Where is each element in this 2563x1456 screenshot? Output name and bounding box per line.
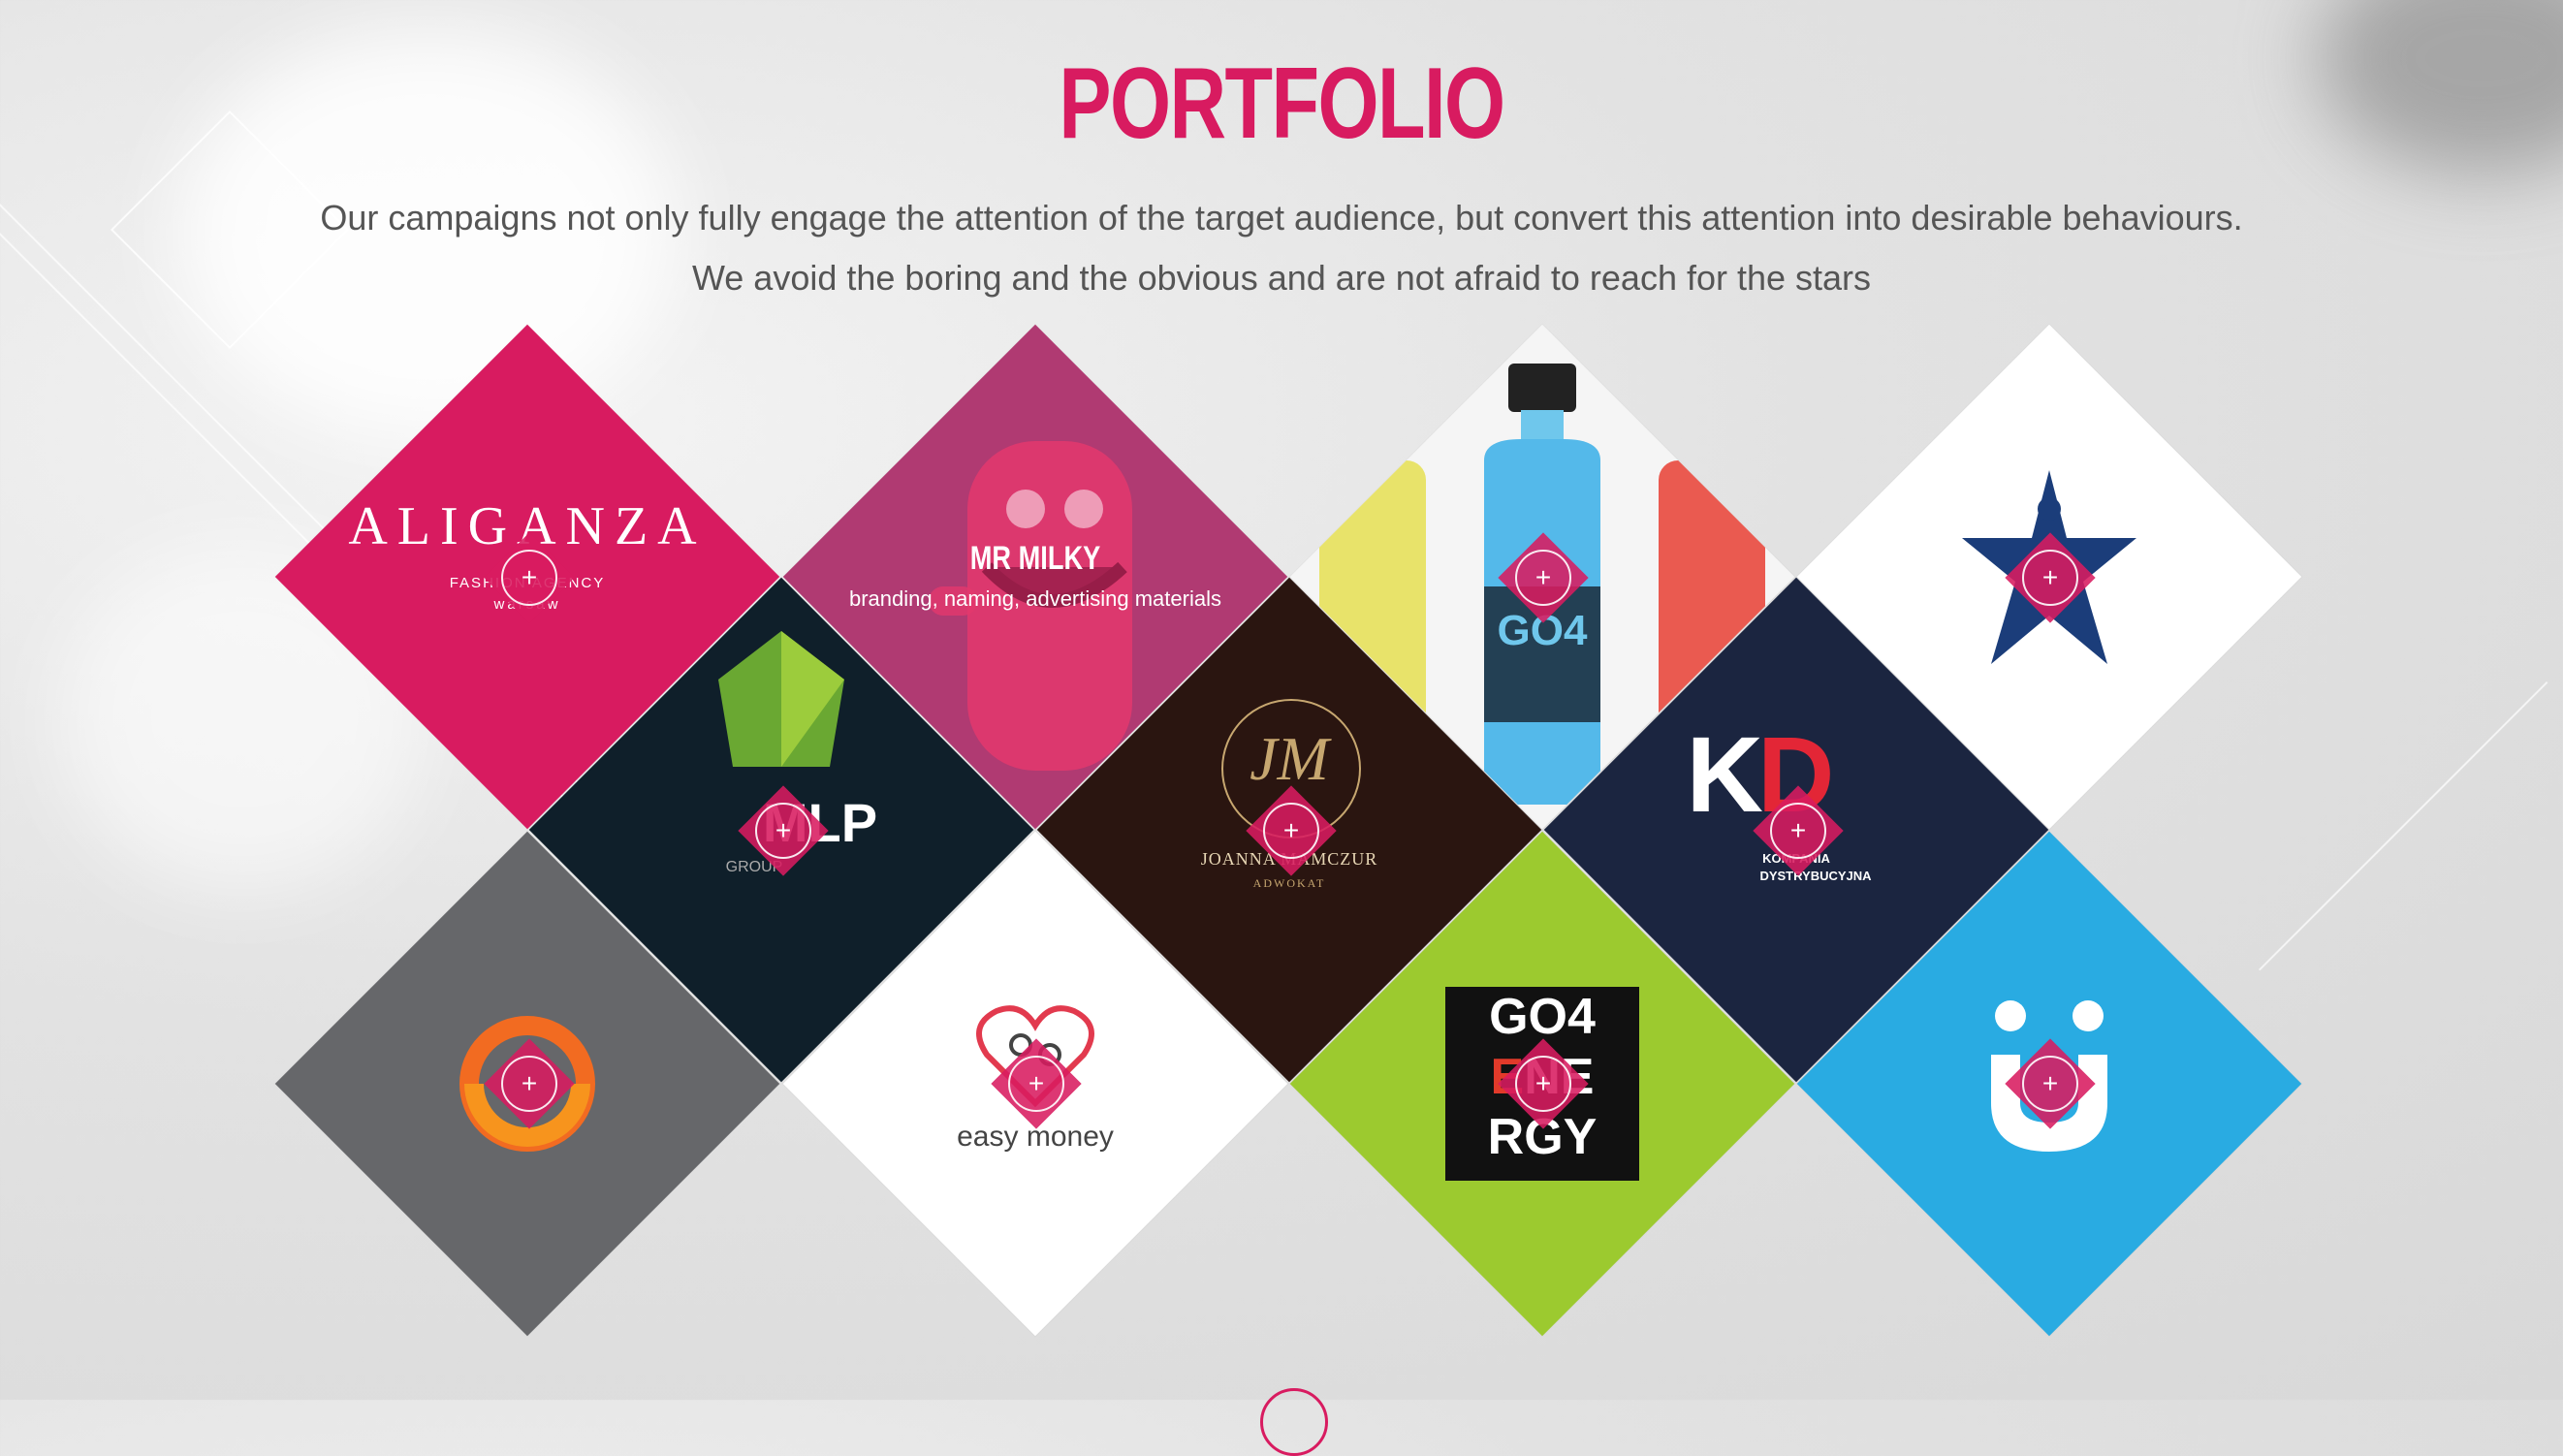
plus-icon: + [1770, 803, 1826, 859]
plus-icon: + [2022, 1056, 2078, 1112]
mlp-leaf-icon [718, 631, 844, 767]
plus-icon: + [501, 550, 557, 606]
page-subtitle-line-1: Our campaigns not only fully engage the … [320, 198, 2243, 237]
mr-milky-caption: branding, naming, advertising materials [849, 586, 1221, 611]
plus-icon: + [755, 803, 811, 859]
page-title: PORTFOLIO [1059, 47, 1505, 160]
scroll-down-indicator[interactable] [1260, 1388, 1328, 1456]
mlp-group-label: GROUP [725, 859, 783, 875]
plus-icon: + [1515, 550, 1571, 606]
plus-icon: + [2022, 550, 2078, 606]
mr-milky-title: MR MILKY [969, 540, 1101, 577]
plus-icon: + [1008, 1056, 1064, 1112]
kd-line-2: DYSTRYBUCYJNA [1759, 869, 1872, 883]
page-subtitle-line-2: We avoid the boring and the obvious and … [691, 258, 1872, 298]
kd-logo-k: K [1686, 715, 1757, 835]
plus-icon: + [1263, 803, 1319, 859]
decorative-line [2259, 681, 2548, 971]
joanna-role: ADWOKAT [1252, 876, 1326, 890]
plus-icon: + [501, 1056, 557, 1112]
plus-icon: + [1515, 1056, 1571, 1112]
background-cloud [2317, 0, 2563, 174]
